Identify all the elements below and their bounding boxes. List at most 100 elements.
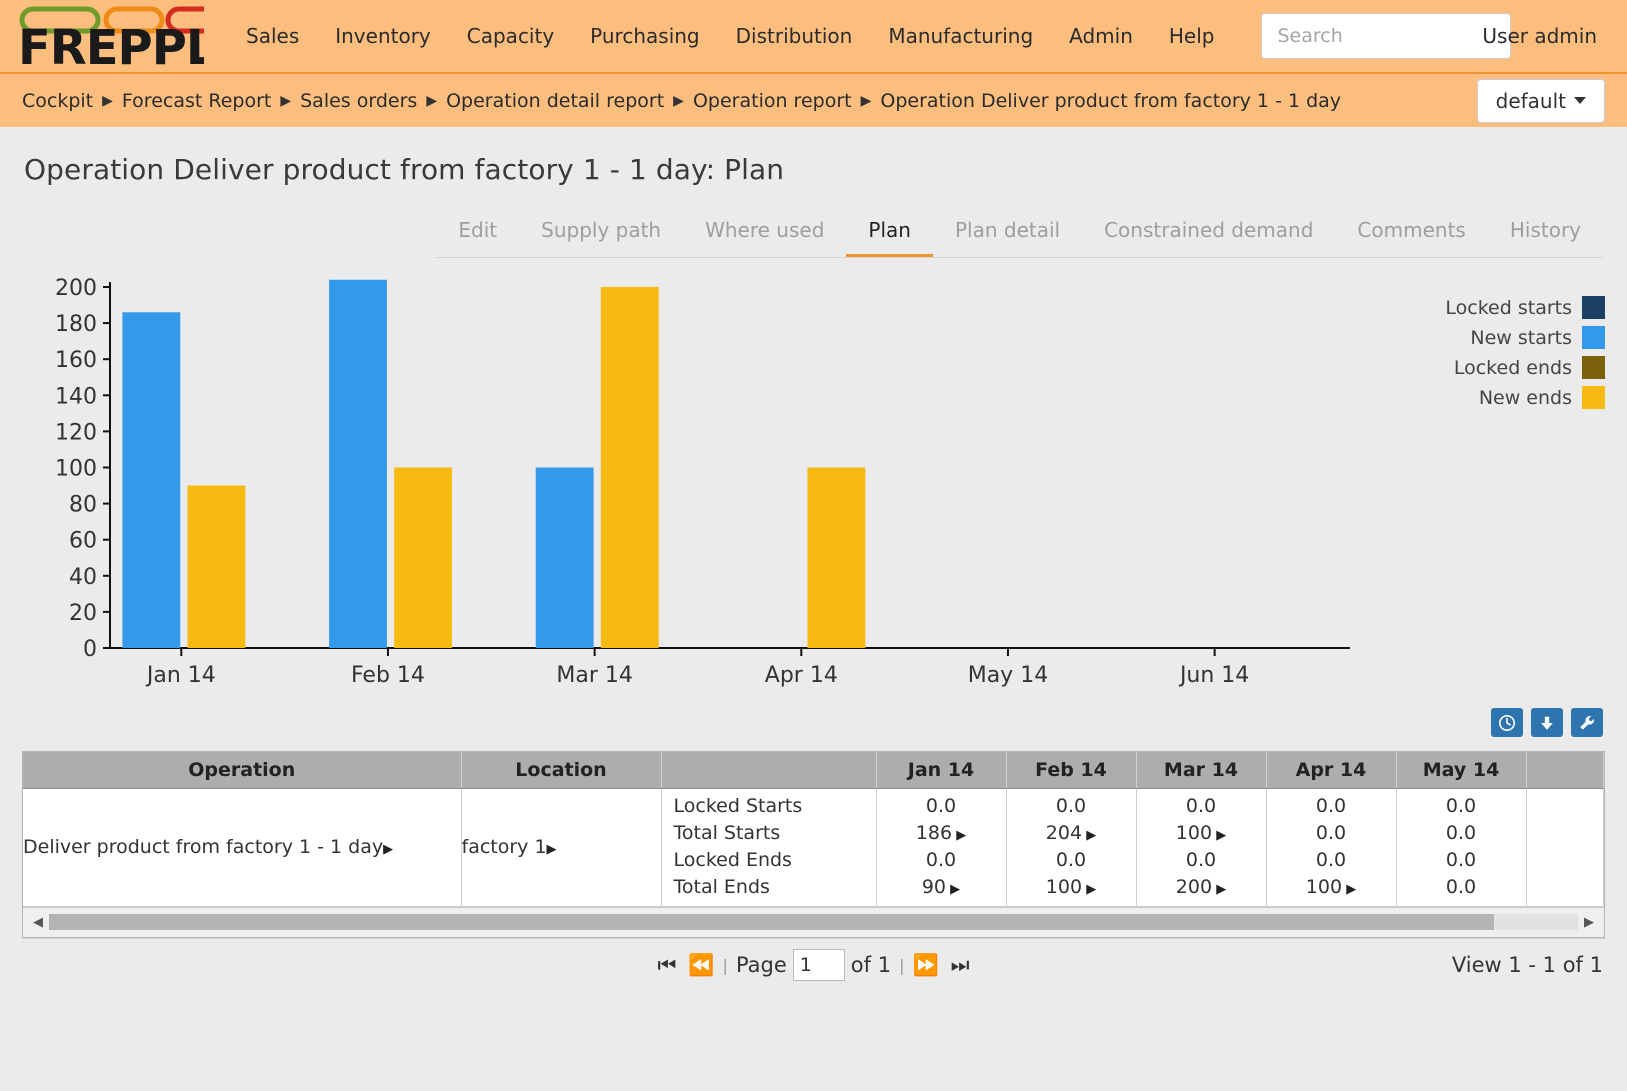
drill-down-icon[interactable]: ▶ bbox=[1082, 882, 1096, 897]
svg-text:Apr 14: Apr 14 bbox=[765, 663, 838, 688]
drill-down-icon[interactable]: ▶ bbox=[547, 842, 557, 857]
horizontal-scrollbar[interactable]: ◀ ▶ bbox=[23, 907, 1604, 937]
chart-toolbar bbox=[0, 708, 1627, 737]
breadcrumb-item-sales-orders[interactable]: Sales orders bbox=[300, 90, 417, 112]
tab-supply-path[interactable]: Supply path bbox=[519, 208, 683, 257]
metric-value: 0.0 bbox=[926, 847, 956, 874]
cell-location[interactable]: factory 1▶ bbox=[461, 788, 661, 906]
top-navigation-bar: FREPPLE Sales Inventory Capacity Purchas… bbox=[0, 0, 1627, 74]
drill-down-icon[interactable]: ▶ bbox=[946, 882, 960, 897]
prev-page-icon[interactable]: ⏪ bbox=[682, 953, 720, 978]
scrollbar-track[interactable] bbox=[49, 914, 1578, 930]
column-header-apr-14[interactable]: Apr 14 bbox=[1266, 752, 1396, 788]
metric-label: Locked Starts bbox=[662, 793, 876, 820]
menu-item-inventory[interactable]: Inventory bbox=[317, 16, 449, 56]
menu-item-sales[interactable]: Sales bbox=[228, 16, 317, 56]
menu-item-admin[interactable]: Admin bbox=[1051, 16, 1151, 56]
cell-spacer bbox=[1526, 788, 1604, 906]
metric-value: 0.0 bbox=[1186, 793, 1216, 820]
column-header-feb-14[interactable]: Feb 14 bbox=[1006, 752, 1136, 788]
scroll-right-icon[interactable]: ▶ bbox=[1578, 915, 1600, 930]
column-header-may-14[interactable]: May 14 bbox=[1396, 752, 1526, 788]
metric-value[interactable]: 204 ▶ bbox=[1046, 820, 1096, 847]
tab-constrained-demand[interactable]: Constrained demand bbox=[1082, 208, 1335, 257]
column-header-location[interactable]: Location bbox=[461, 752, 661, 788]
menu-item-distribution[interactable]: Distribution bbox=[718, 16, 871, 56]
metric-value: 0.0 bbox=[1446, 847, 1476, 874]
search-box[interactable] bbox=[1261, 13, 1511, 59]
default-view-label: default bbox=[1496, 89, 1566, 113]
metric-value: 0.0 bbox=[1316, 820, 1346, 847]
svg-text:120: 120 bbox=[55, 420, 97, 445]
last-page-icon[interactable]: ⏭ bbox=[945, 953, 976, 978]
tab-plan[interactable]: Plan bbox=[846, 208, 933, 257]
drill-down-icon[interactable]: ▶ bbox=[1212, 882, 1226, 897]
user-admin-link[interactable]: User admin bbox=[1482, 24, 1597, 48]
column-header-operation[interactable]: Operation bbox=[23, 752, 461, 788]
legend-item-new-starts[interactable]: New starts bbox=[1445, 326, 1605, 349]
drill-down-icon[interactable]: ▶ bbox=[383, 842, 393, 857]
svg-text:160: 160 bbox=[55, 348, 97, 373]
tab-edit[interactable]: Edit bbox=[436, 208, 519, 257]
tab-plan-detail[interactable]: Plan detail bbox=[933, 208, 1082, 257]
breadcrumb-item-operation-detail-report[interactable]: Operation detail report bbox=[446, 90, 664, 112]
legend-label: Locked starts bbox=[1445, 297, 1572, 319]
svg-text:60: 60 bbox=[69, 529, 97, 554]
tools-button[interactable] bbox=[1571, 708, 1603, 737]
menu-item-manufacturing[interactable]: Manufacturing bbox=[870, 16, 1051, 56]
search-input[interactable] bbox=[1276, 24, 1496, 48]
breadcrumb-separator-icon: ▶ bbox=[673, 93, 684, 109]
legend-item-locked-ends[interactable]: Locked ends bbox=[1445, 356, 1605, 379]
metric-value[interactable]: 100 ▶ bbox=[1306, 874, 1356, 901]
breadcrumb-bar: Cockpit ▶ Forecast Report ▶ Sales orders… bbox=[0, 74, 1627, 127]
drill-down-icon[interactable]: ▶ bbox=[1082, 828, 1096, 843]
tab-where-used[interactable]: Where used bbox=[683, 208, 846, 257]
svg-text:180: 180 bbox=[55, 312, 97, 337]
breadcrumb-item-current[interactable]: Operation Deliver product from factory 1… bbox=[880, 90, 1341, 112]
table-header-row: Operation Location Jan 14 Feb 14 Mar 14 … bbox=[23, 752, 1604, 788]
cell-operation[interactable]: Deliver product from factory 1 - 1 day▶ bbox=[23, 788, 461, 906]
column-header-jan-14[interactable]: Jan 14 bbox=[876, 752, 1006, 788]
breadcrumb-separator-icon: ▶ bbox=[102, 93, 113, 109]
record-count-label: View 1 - 1 of 1 bbox=[1452, 953, 1603, 977]
menu-item-help[interactable]: Help bbox=[1151, 16, 1233, 56]
metric-value[interactable]: 90 ▶ bbox=[922, 874, 960, 901]
menu-item-capacity[interactable]: Capacity bbox=[449, 16, 572, 56]
first-page-icon[interactable]: ⏮ bbox=[651, 953, 682, 978]
scrollbar-thumb[interactable] bbox=[49, 914, 1494, 930]
legend-item-new-ends[interactable]: New ends bbox=[1445, 386, 1605, 409]
drill-down-icon[interactable]: ▶ bbox=[952, 828, 966, 843]
tab-history[interactable]: History bbox=[1488, 208, 1603, 257]
drill-down-icon[interactable]: ▶ bbox=[1342, 882, 1356, 897]
frepple-logo[interactable]: FREPPLE bbox=[18, 4, 204, 68]
breadcrumb-item-cockpit[interactable]: Cockpit bbox=[22, 90, 93, 112]
metric-value[interactable]: 200 ▶ bbox=[1176, 874, 1226, 901]
svg-text:40: 40 bbox=[69, 565, 97, 590]
next-page-icon[interactable]: ⏩ bbox=[906, 953, 944, 978]
breadcrumb-item-forecast-report[interactable]: Forecast Report bbox=[122, 90, 271, 112]
breadcrumb-item-operation-report[interactable]: Operation report bbox=[693, 90, 852, 112]
metric-value[interactable]: 100 ▶ bbox=[1176, 820, 1226, 847]
clock-button[interactable] bbox=[1491, 708, 1523, 737]
legend-label: New ends bbox=[1479, 387, 1572, 409]
plan-bar-chart: 020406080100120140160180200Jan 14Feb 14M… bbox=[0, 270, 1400, 700]
default-view-selector[interactable]: default bbox=[1477, 79, 1605, 123]
column-header-spacer bbox=[1526, 752, 1604, 788]
chevron-down-icon bbox=[1574, 97, 1586, 104]
cell-metric-labels: Locked StartsTotal StartsLocked EndsTota… bbox=[661, 788, 876, 906]
download-button[interactable] bbox=[1531, 708, 1563, 737]
column-header-mar-14[interactable]: Mar 14 bbox=[1136, 752, 1266, 788]
tab-comments[interactable]: Comments bbox=[1335, 208, 1487, 257]
metric-value: 0.0 bbox=[1056, 847, 1086, 874]
page-number-input[interactable] bbox=[793, 949, 845, 981]
menu-item-purchasing[interactable]: Purchasing bbox=[572, 16, 717, 56]
cell-values-mar-14: 0.0100 ▶0.0200 ▶ bbox=[1136, 788, 1266, 906]
drill-down-icon[interactable]: ▶ bbox=[1212, 828, 1226, 843]
metric-value[interactable]: 186 ▶ bbox=[916, 820, 966, 847]
page-title: Operation Deliver product from factory 1… bbox=[0, 127, 1627, 186]
scroll-left-icon[interactable]: ◀ bbox=[27, 915, 49, 930]
legend-item-locked-starts[interactable]: Locked starts bbox=[1445, 296, 1605, 319]
legend-label: New starts bbox=[1470, 327, 1572, 349]
metric-value[interactable]: 100 ▶ bbox=[1046, 874, 1096, 901]
svg-text:May 14: May 14 bbox=[968, 663, 1048, 688]
